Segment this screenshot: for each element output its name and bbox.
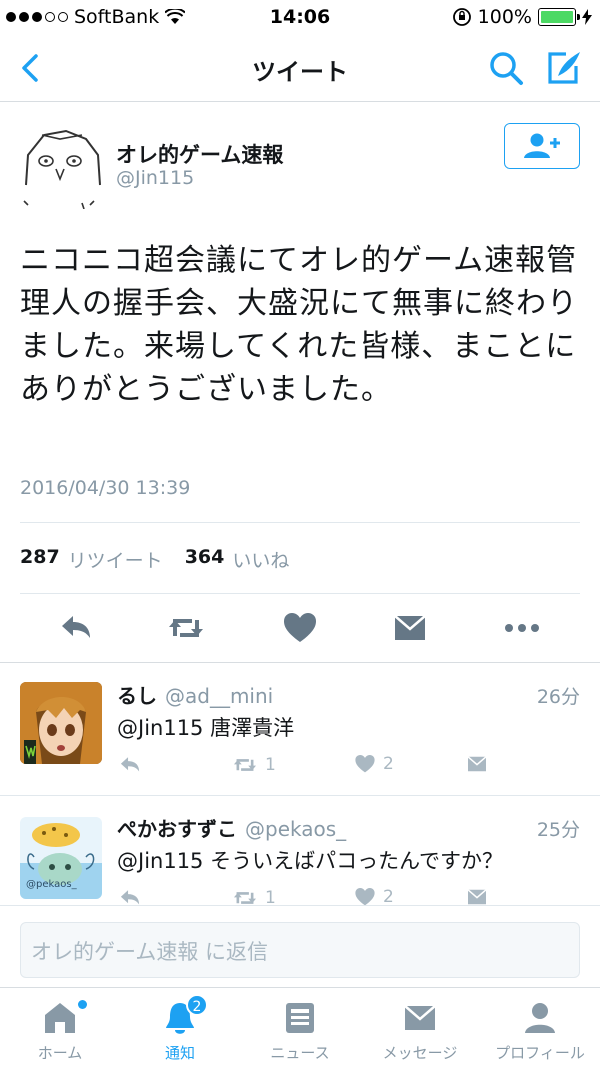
- reply-time: 25分: [536, 819, 580, 841]
- notification-badge: 2: [186, 994, 208, 1016]
- mail-icon: [394, 615, 426, 640]
- reply-author-handle[interactable]: @ad__mini: [165, 684, 273, 708]
- reply-author-name[interactable]: ぺかおすずこ: [117, 817, 237, 841]
- avatar[interactable]: [20, 125, 104, 210]
- tweet-actions: [0, 608, 600, 654]
- tab-label: プロフィール: [495, 1044, 585, 1062]
- mail-icon: [404, 1005, 436, 1030]
- reply-bar: オレ的ゲーム速報 に返信: [0, 905, 600, 987]
- mail-icon: [467, 756, 487, 772]
- battery-icon: [538, 8, 580, 26]
- reply-actions: 1 2: [117, 752, 577, 782]
- compose-button[interactable]: [544, 48, 584, 88]
- retweet-icon: [233, 759, 257, 771]
- tweet-timestamp: 2016/04/30 13:39: [20, 477, 191, 499]
- like-count[interactable]: 364: [185, 546, 225, 573]
- avatar-caption: @pekaos_: [26, 879, 77, 890]
- charging-icon: [582, 9, 592, 25]
- reply-author-handle[interactable]: @pekaos_: [245, 817, 346, 841]
- reply-text: @Jin115 唐澤貴洋: [117, 716, 295, 740]
- like-label[interactable]: いいね: [232, 546, 289, 573]
- more-button[interactable]: [502, 608, 542, 648]
- compose-icon: [548, 52, 580, 84]
- tab-news[interactable]: ニュース: [240, 988, 360, 1067]
- reply-icon: [62, 616, 90, 638]
- heart-icon: [284, 613, 316, 642]
- retweet-count: 1: [265, 755, 276, 775]
- like-button[interactable]: 2: [353, 752, 394, 776]
- follow-button[interactable]: [504, 123, 580, 169]
- author-name[interactable]: オレ的ゲーム速報: [116, 139, 283, 169]
- direct-message-button[interactable]: [465, 752, 489, 776]
- tweet-text: ニコニコ超会議にてオレ的ゲーム速報管理人の握手会、大盛況にて無事に終わりました。…: [20, 243, 578, 407]
- rotation-lock-icon: [452, 8, 471, 26]
- reply-tweet[interactable]: @pekaos_ ぺかおすずこ @pekaos_ 25分 @Jin115 そういえ…: [0, 797, 600, 909]
- home-icon: [45, 1003, 75, 1033]
- tab-notifications[interactable]: 2 通知: [120, 988, 240, 1067]
- tab-messages[interactable]: メッセージ: [360, 988, 480, 1067]
- more-icon: [505, 624, 539, 632]
- like-count: 2: [383, 754, 394, 774]
- tweet-detail: オレ的ゲーム速報 @Jin115 ニコニコ超会議にてオレ的ゲーム速報管理人の握手…: [0, 103, 600, 663]
- tab-label: ニュース: [270, 1044, 330, 1062]
- like-count: 2: [383, 887, 394, 907]
- tab-profile[interactable]: プロフィール: [480, 988, 600, 1067]
- search-icon: [490, 52, 523, 85]
- tab-home[interactable]: ホーム: [0, 988, 120, 1067]
- tab-label: ホーム: [37, 1044, 83, 1062]
- tab-label: 通知: [164, 1044, 195, 1062]
- retweet-button[interactable]: [166, 608, 206, 648]
- tab-label: メッセージ: [382, 1044, 458, 1062]
- reply-icon: [120, 757, 140, 772]
- reply-tweet[interactable]: るし @ad__mini 26分 @Jin115 唐澤貴洋 1 2: [0, 664, 600, 796]
- reply-button[interactable]: [56, 608, 96, 648]
- battery-percent: 100%: [477, 6, 532, 28]
- reply-author-name[interactable]: るし: [117, 684, 157, 708]
- reply-text: @Jin115 そういえばパコったんですか？: [117, 849, 504, 873]
- add-user-icon: [524, 133, 560, 158]
- retweet-icon: [169, 619, 203, 637]
- reply-time: 26分: [536, 686, 580, 708]
- nav-bar: ツイート: [0, 36, 600, 102]
- divider: [20, 593, 580, 594]
- news-icon: [286, 1003, 314, 1033]
- divider: [20, 522, 580, 523]
- tab-bar: ホーム 2 通知 ニュース メッセージ プロフィール: [0, 987, 600, 1067]
- avatar[interactable]: @pekaos_: [20, 817, 102, 899]
- unread-dot: [78, 1000, 87, 1009]
- retweet-label[interactable]: リツイート: [68, 546, 163, 573]
- avatar[interactable]: [20, 682, 102, 764]
- status-bar: SoftBank 14:06 100%: [0, 0, 600, 36]
- reply-author[interactable]: るし @ad__mini: [117, 680, 273, 709]
- retweet-button[interactable]: 1: [231, 752, 276, 778]
- profile-icon: [525, 1003, 555, 1033]
- reply-input[interactable]: オレ的ゲーム速報 に返信: [20, 922, 580, 978]
- direct-message-button[interactable]: [390, 608, 430, 648]
- tweet-stats: 287 リツイート 364 いいね: [20, 546, 289, 573]
- author-handle[interactable]: @Jin115: [116, 167, 194, 189]
- heart-icon: [355, 755, 375, 773]
- reply-author[interactable]: ぺかおすずこ @pekaos_: [117, 813, 346, 842]
- retweet-count[interactable]: 287: [20, 546, 60, 573]
- reply-button[interactable]: [117, 752, 143, 778]
- like-button[interactable]: [280, 608, 320, 648]
- search-button[interactable]: [486, 48, 526, 88]
